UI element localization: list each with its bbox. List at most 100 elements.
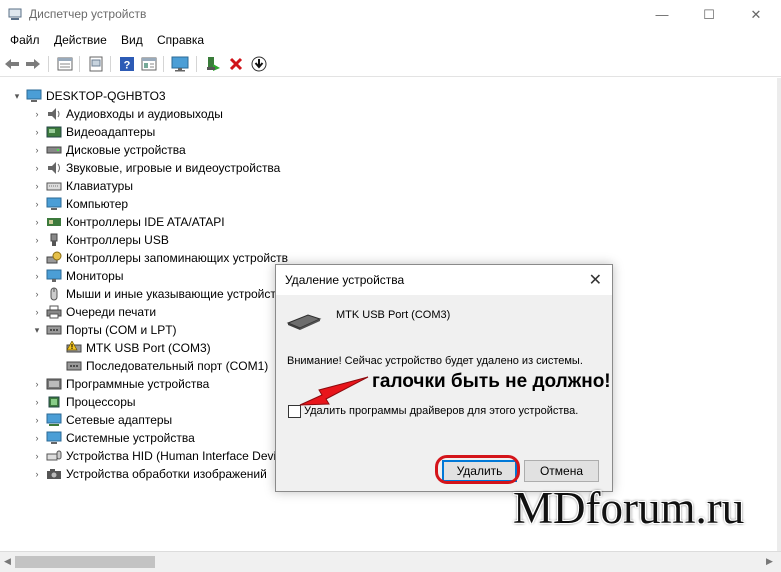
toolbar-separator — [48, 56, 49, 72]
keyboard-icon — [46, 182, 62, 191]
help-icon[interactable]: ? — [118, 55, 136, 73]
tree-root-label: DESKTOP-QGHBTO3 — [46, 89, 166, 103]
warning-triangle-icon — [66, 341, 82, 353]
menu-help[interactable]: Справка — [157, 33, 204, 47]
expand-chevron-icon[interactable]: › — [30, 163, 44, 173]
enable-device-icon[interactable] — [204, 55, 222, 73]
view-icon[interactable] — [140, 55, 158, 73]
tree-item-hid-devices[interactable]: › Устройства HID (Human Interface Device… — [30, 447, 299, 465]
expand-chevron-icon[interactable]: › — [30, 379, 44, 389]
tree-item-mice[interactable]: › Мыши и иные указывающие устройства — [30, 285, 289, 303]
expand-chevron-icon[interactable]: › — [30, 307, 44, 317]
tree-item-keyboards[interactable]: › Клавиатуры — [30, 177, 133, 195]
minimize-button[interactable]: — — [639, 0, 685, 29]
scan-hardware-icon[interactable] — [171, 55, 189, 73]
tree-item-storage-controllers[interactable]: › Контроллеры запоминающих устройств — [30, 249, 288, 267]
disk-drive-icon — [46, 146, 62, 154]
tree-item-audio-io[interactable]: › Аудиовходы и аудиовыходы — [30, 105, 223, 123]
tree-item-ide-controllers[interactable]: › Контроллеры IDE ATA/ATAPI — [30, 213, 225, 231]
storage-controller-icon — [46, 251, 62, 264]
expand-chevron-icon[interactable]: › — [30, 199, 44, 209]
mouse-icon — [50, 287, 58, 301]
scrollbar-thumb[interactable] — [15, 556, 155, 568]
tree-item-com1[interactable]: Последовательный порт (COM1) — [64, 357, 268, 375]
annotation-text: галочки быть не должно! — [372, 371, 611, 392]
expand-chevron-icon[interactable]: › — [30, 451, 44, 461]
tree-item-label: Мыши и иные указывающие устройства — [66, 287, 289, 301]
expand-chevron-icon[interactable]: › — [30, 433, 44, 443]
dialog-close-icon[interactable]: ✕ — [589, 270, 602, 290]
port-icon — [46, 325, 62, 335]
tree-item-system-devices[interactable]: › Системные устройства — [30, 429, 195, 447]
camera-icon — [47, 469, 61, 479]
toolbar: ? — [0, 51, 781, 77]
tree-item-mtk-usb-port[interactable]: MTK USB Port (COM3) — [64, 339, 211, 357]
highlight-ring — [435, 455, 520, 484]
port-icon — [66, 361, 82, 371]
tree-item-ports[interactable]: ▾ Порты (COM и LPT) — [30, 321, 177, 339]
tree-item-monitors[interactable]: › Мониторы — [30, 267, 124, 285]
tree-item-label: Контроллеры USB — [66, 233, 169, 247]
tree-item-usb-controllers[interactable]: › Контроллеры USB — [30, 231, 169, 249]
tree-item-computer[interactable]: › Компьютер — [30, 195, 129, 213]
back-arrow-icon[interactable] — [3, 55, 21, 73]
collapse-chevron-icon[interactable]: ▾ — [10, 91, 24, 102]
horizontal-scrollbar[interactable]: ◀ ▶ — [0, 551, 781, 572]
menu-file[interactable]: Файл — [10, 33, 40, 47]
red-arrow-annotation — [299, 376, 369, 406]
scroll-left-icon[interactable]: ◀ — [4, 556, 11, 567]
audio-io-icon — [48, 108, 60, 120]
hid-icon — [46, 450, 62, 461]
tree-item-label: Компьютер — [66, 197, 129, 211]
expand-chevron-icon[interactable]: › — [30, 217, 44, 227]
tree-root[interactable]: ▾ DESKTOP-QGHBTO3 — [10, 87, 166, 105]
maximize-button[interactable]: ☐ — [686, 0, 732, 29]
expand-chevron-icon[interactable]: › — [30, 181, 44, 191]
expand-chevron-icon[interactable]: › — [30, 253, 44, 263]
expand-chevron-icon[interactable]: › — [30, 289, 44, 299]
menu-bar: Файл Действие Вид Справка — [0, 30, 781, 50]
system-device-icon — [46, 431, 62, 444]
expand-chevron-icon[interactable]: › — [30, 469, 44, 479]
update-driver-icon[interactable] — [87, 55, 105, 73]
expand-chevron-icon[interactable]: › — [30, 145, 44, 155]
expand-chevron-icon[interactable]: › — [30, 127, 44, 137]
tree-item-label: Контроллеры IDE ATA/ATAPI — [66, 215, 225, 229]
vertical-scroll-track[interactable] — [777, 78, 781, 551]
menu-action[interactable]: Действие — [54, 33, 107, 47]
expand-chevron-icon[interactable]: › — [30, 235, 44, 245]
tree-item-label: Мониторы — [66, 269, 124, 283]
tree-item-sound-devices[interactable]: › Звуковые, игровые и видеоустройства — [30, 159, 281, 177]
tree-item-imaging-devices[interactable]: › Устройства обработки изображений — [30, 465, 267, 483]
tree-item-video-adapters[interactable]: › Видеоадаптеры — [30, 123, 156, 141]
computer-icon — [26, 89, 42, 102]
tree-item-label: Устройства обработки изображений — [66, 467, 267, 481]
expand-chevron-icon[interactable]: › — [30, 397, 44, 407]
collapse-chevron-icon[interactable]: ▾ — [30, 325, 44, 336]
tree-item-processors[interactable]: › Процессоры — [30, 393, 136, 411]
scroll-right-icon[interactable]: ▶ — [766, 556, 773, 567]
tree-item-label: Звуковые, игровые и видеоустройства — [66, 161, 281, 175]
tree-item-print-queues[interactable]: › Очереди печати — [30, 303, 157, 321]
expand-chevron-icon[interactable]: › — [30, 271, 44, 281]
tree-item-label: Устройства HID (Human Interface Devices) — [66, 449, 299, 463]
speaker-icon — [48, 162, 60, 174]
menu-view[interactable]: Вид — [121, 33, 143, 47]
close-button[interactable]: ✕ — [733, 0, 779, 29]
forward-arrow-icon[interactable] — [24, 55, 42, 73]
expand-chevron-icon[interactable]: › — [30, 109, 44, 119]
computer-icon — [46, 197, 62, 210]
properties-icon[interactable] — [56, 55, 74, 73]
download-driver-icon[interactable] — [250, 55, 268, 73]
expand-chevron-icon[interactable]: › — [30, 415, 44, 425]
uninstall-x-icon[interactable] — [227, 55, 245, 73]
tree-item-network-adapters[interactable]: › Сетевые адаптеры — [30, 411, 173, 429]
cancel-button[interactable]: Отмена — [524, 460, 599, 482]
printer-icon — [46, 305, 62, 319]
svg-text:?: ? — [124, 60, 131, 72]
tree-item-disk-drives[interactable]: › Дисковые устройства — [30, 141, 186, 159]
dialog-title-bar: Удаление устройства ✕ — [276, 265, 612, 295]
tree-item-software-devices[interactable]: › Программные устройства — [30, 375, 210, 393]
usb-icon — [50, 233, 58, 246]
tree-item-label: Аудиовходы и аудиовыходы — [66, 107, 223, 121]
